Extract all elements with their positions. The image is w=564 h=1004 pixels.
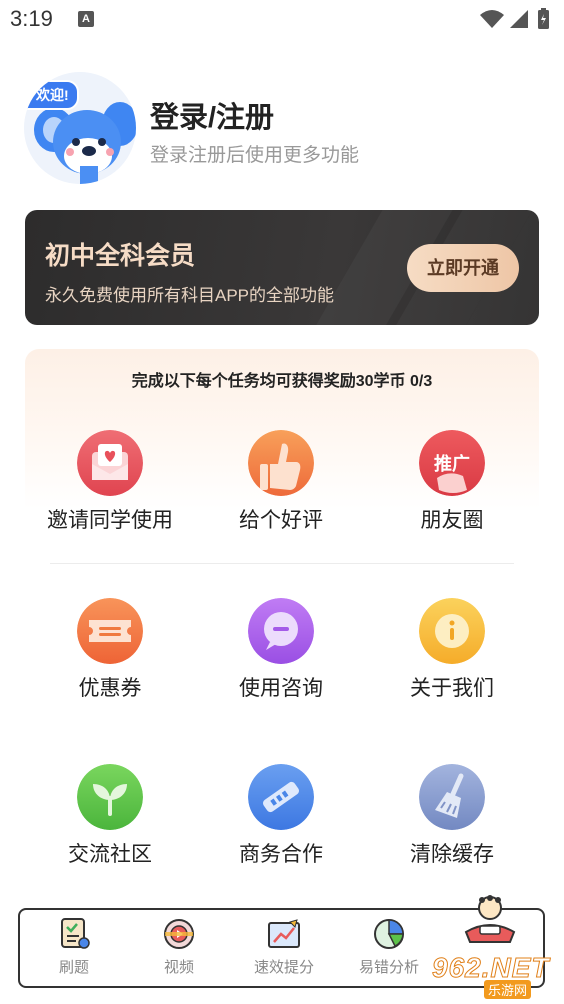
usage-consult-item[interactable]: 使用咨询: [196, 598, 366, 708]
nav-label: 速效提分: [253, 959, 314, 976]
feature-label: 交流社区: [68, 843, 152, 866]
give-rating-item[interactable]: 给个好评: [196, 430, 366, 540]
promote-icon: 推广: [419, 430, 485, 496]
nav-me[interactable]: [460, 894, 520, 944]
feature-label: 商务合作: [239, 843, 323, 866]
profile-trophy-icon: [464, 895, 516, 943]
nav-label: 刷题: [58, 959, 89, 976]
nav-quick-score[interactable]: 速效提分: [236, 910, 332, 986]
welcome-badge: 欢迎!: [26, 80, 79, 110]
ticket-icon: [77, 598, 143, 664]
broom-icon: [419, 764, 485, 830]
status-bar: 3:19 A: [0, 0, 564, 40]
handshake-icon: [248, 764, 314, 830]
clear-cache-item[interactable]: 清除缓存: [367, 764, 537, 874]
nav-error-analysis[interactable]: 易错分析: [341, 910, 437, 986]
watermark-sub: 乐游网: [484, 980, 532, 999]
thumbs-up-icon: [248, 430, 314, 496]
vip-title: 初中全科会员: [45, 242, 196, 270]
business-item[interactable]: 商务合作: [196, 764, 366, 874]
about-us-item[interactable]: 关于我们: [367, 598, 537, 708]
task-label: 朋友圈: [420, 509, 484, 532]
task-label: 邀请同学使用: [47, 509, 173, 532]
login-register-title[interactable]: 登录/注册: [150, 94, 274, 136]
avatar[interactable]: 欢迎!: [24, 72, 136, 184]
signal-battery-icons: [480, 8, 549, 29]
coupon-item[interactable]: 优惠券: [25, 598, 195, 708]
task-reward-note: 完成以下每个任务均可获得奖励30学币 0/3: [131, 373, 433, 390]
rocket-chart-icon: [268, 919, 300, 948]
site-watermark: 962.NET 乐游网: [426, 952, 558, 1000]
question-sheet-icon: [61, 918, 90, 949]
community-item[interactable]: 交流社区: [25, 764, 195, 874]
feature-label: 使用咨询: [239, 677, 323, 700]
nav-video[interactable]: 视频: [131, 910, 227, 986]
feature-label: 清除缓存: [410, 843, 494, 866]
section-divider: [50, 563, 514, 564]
activate-now-button[interactable]: 立即开通: [407, 244, 519, 292]
vip-membership-card[interactable]: 初中全科会员 永久免费使用所有科目APP的全部功能 立即开通: [25, 210, 539, 325]
pie-analysis-icon: [374, 919, 404, 949]
task-label: 给个好评: [239, 509, 323, 532]
cell-signal-icon: [510, 10, 528, 28]
invite-classmates-item[interactable]: 邀请同学使用: [25, 430, 195, 540]
info-icon: [419, 598, 485, 664]
chat-icon: [248, 598, 314, 664]
notification-icon: A: [78, 11, 94, 27]
envelope-heart-icon: [77, 430, 143, 496]
status-time: 3:19: [10, 6, 53, 31]
nav-practice[interactable]: 刷题: [26, 910, 122, 986]
nav-label: 易错分析: [358, 959, 419, 976]
nav-label: 视频: [163, 959, 194, 976]
feature-label: 关于我们: [410, 677, 494, 700]
vip-description: 永久免费使用所有科目APP的全部功能: [45, 286, 335, 305]
wifi-icon: [480, 10, 504, 28]
promote-text: 推广: [434, 453, 470, 475]
login-subtitle: 登录注册后使用更多功能: [150, 145, 360, 166]
profile-header[interactable]: 欢迎! 登录/注册 登录注册后使用更多功能: [24, 70, 544, 190]
feature-label: 优惠券: [78, 677, 142, 700]
sprout-icon: [77, 764, 143, 830]
moments-item[interactable]: 推广 朋友圈: [367, 430, 537, 540]
video-disc-icon: [164, 919, 194, 949]
